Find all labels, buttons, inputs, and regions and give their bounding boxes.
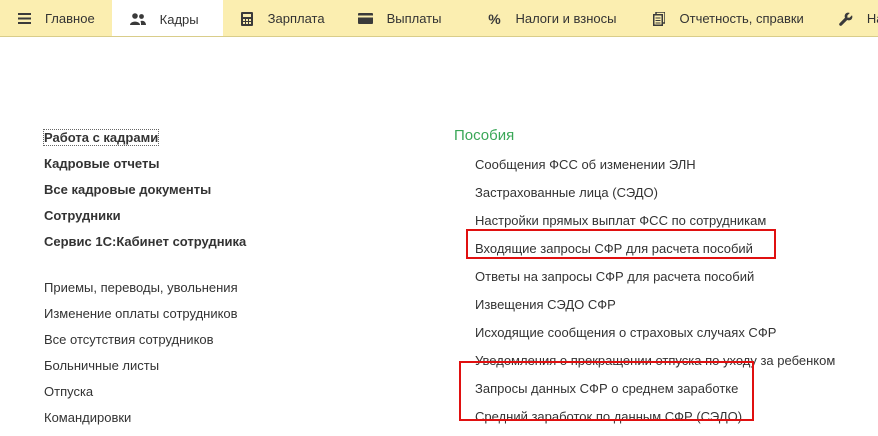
link-label: Кадровые отчеты xyxy=(44,156,160,171)
tab-label: Настройка xyxy=(866,11,878,26)
link-soobshcheniya-fss-eln[interactable]: Сообщения ФСС об изменении ЭЛН xyxy=(454,157,878,183)
link-otvety-na-zaprosy-sfr[interactable]: Ответы на запросы СФР для расчета пособи… xyxy=(454,269,878,295)
tab-nastroyka[interactable]: Настройка xyxy=(821,0,878,36)
tab-otchetnost-spravki[interactable]: Отчетность, справки xyxy=(634,0,821,36)
link-sotrudniki[interactable]: Сотрудники xyxy=(44,208,404,234)
link-label: Настройки прямых выплат ФСС по сотрудник… xyxy=(475,213,767,228)
link-label: Все кадровые документы xyxy=(44,182,212,197)
link-label: Командировки xyxy=(44,410,132,425)
link-label: Застрахованные лица (СЭДО) xyxy=(475,185,658,200)
tab-label: Зарплата xyxy=(267,11,325,26)
link-kadrovye-otchety[interactable]: Кадровые отчеты xyxy=(44,156,404,182)
link-priemy-perevody-uvolneniya[interactable]: Приемы, переводы, увольнения xyxy=(44,280,404,306)
tab-vyplaty[interactable]: Выплаты xyxy=(342,0,459,36)
highlight-box-average-earnings xyxy=(459,361,754,421)
tab-label: Налоги и взносы xyxy=(515,11,617,26)
link-izveshcheniya-sedo[interactable]: Извещения СЭДО СФР xyxy=(454,297,878,323)
tab-nalogi-i-vznosy[interactable]: % Налоги и взносы xyxy=(458,0,633,36)
link-label: Сообщения ФСС об изменении ЭЛН xyxy=(475,157,696,172)
link-otpuska[interactable]: Отпуска xyxy=(44,384,404,410)
link-bolnichnye-listy[interactable]: Больничные листы xyxy=(44,358,404,384)
highlight-box-incoming-requests xyxy=(466,229,776,259)
top-navigation-bar: Главное Кадры Зарплата Выплаты % Налоги … xyxy=(0,0,878,37)
tab-label: Главное xyxy=(45,11,95,26)
link-label: Ответы на запросы СФР для расчета пособи… xyxy=(475,269,755,284)
link-label: Сервис 1С:Кабинет сотрудника xyxy=(44,234,247,249)
section-title-posobiya: Пособия xyxy=(454,127,515,144)
calculator-icon xyxy=(240,11,254,26)
tab-zarplata[interactable]: Зарплата xyxy=(223,0,342,36)
hamburger-menu-icon xyxy=(17,12,31,26)
percent-icon: % xyxy=(488,10,501,27)
link-iskhodyashchie-soobshcheniya[interactable]: Исходящие сообщения о страховых случаях … xyxy=(454,325,878,351)
link-label: Исходящие сообщения о страховых случаях … xyxy=(475,325,777,340)
link-label: Извещения СЭДО СФР xyxy=(475,297,616,312)
link-label: Работа с кадрами xyxy=(42,129,160,146)
link-label: Все отсутствия сотрудников xyxy=(44,332,214,347)
link-label: Приемы, переводы, увольнения xyxy=(44,280,238,295)
link-label: Больничные листы xyxy=(44,358,160,373)
link-izmenenie-oplaty[interactable]: Изменение оплаты сотрудников xyxy=(44,306,404,332)
wrench-icon xyxy=(838,12,853,26)
link-label: Сотрудники xyxy=(44,208,121,223)
people-icon xyxy=(129,12,146,26)
tab-kadry[interactable]: Кадры xyxy=(111,0,223,36)
link-servis-kabinet-sotrudnika[interactable]: Сервис 1С:Кабинет сотрудника xyxy=(44,234,404,260)
link-vse-kadrovye-dokumenty[interactable]: Все кадровые документы xyxy=(44,182,404,208)
tab-label: Кадры xyxy=(159,11,199,27)
wallet-icon xyxy=(357,12,373,26)
tab-label: Выплаты xyxy=(386,11,442,26)
link-zastrakhovannye-litsa[interactable]: Застрахованные лица (СЭДО) xyxy=(454,185,878,211)
kadry-left-panel: Работа с кадрами Кадровые отчеты Все кад… xyxy=(42,129,404,436)
link-komandirovki[interactable]: Командировки xyxy=(44,410,404,436)
tab-glavnoe[interactable]: Главное xyxy=(0,0,112,36)
link-rabota-s-kadrami[interactable]: Работа с кадрами xyxy=(42,129,404,156)
link-label: Изменение оплаты сотрудников xyxy=(44,306,238,321)
tab-label: Отчетность, справки xyxy=(679,11,804,26)
link-label: Отпуска xyxy=(44,384,94,399)
documents-icon xyxy=(652,11,666,26)
link-vse-otsutstviya[interactable]: Все отсутствия сотрудников xyxy=(44,332,404,358)
